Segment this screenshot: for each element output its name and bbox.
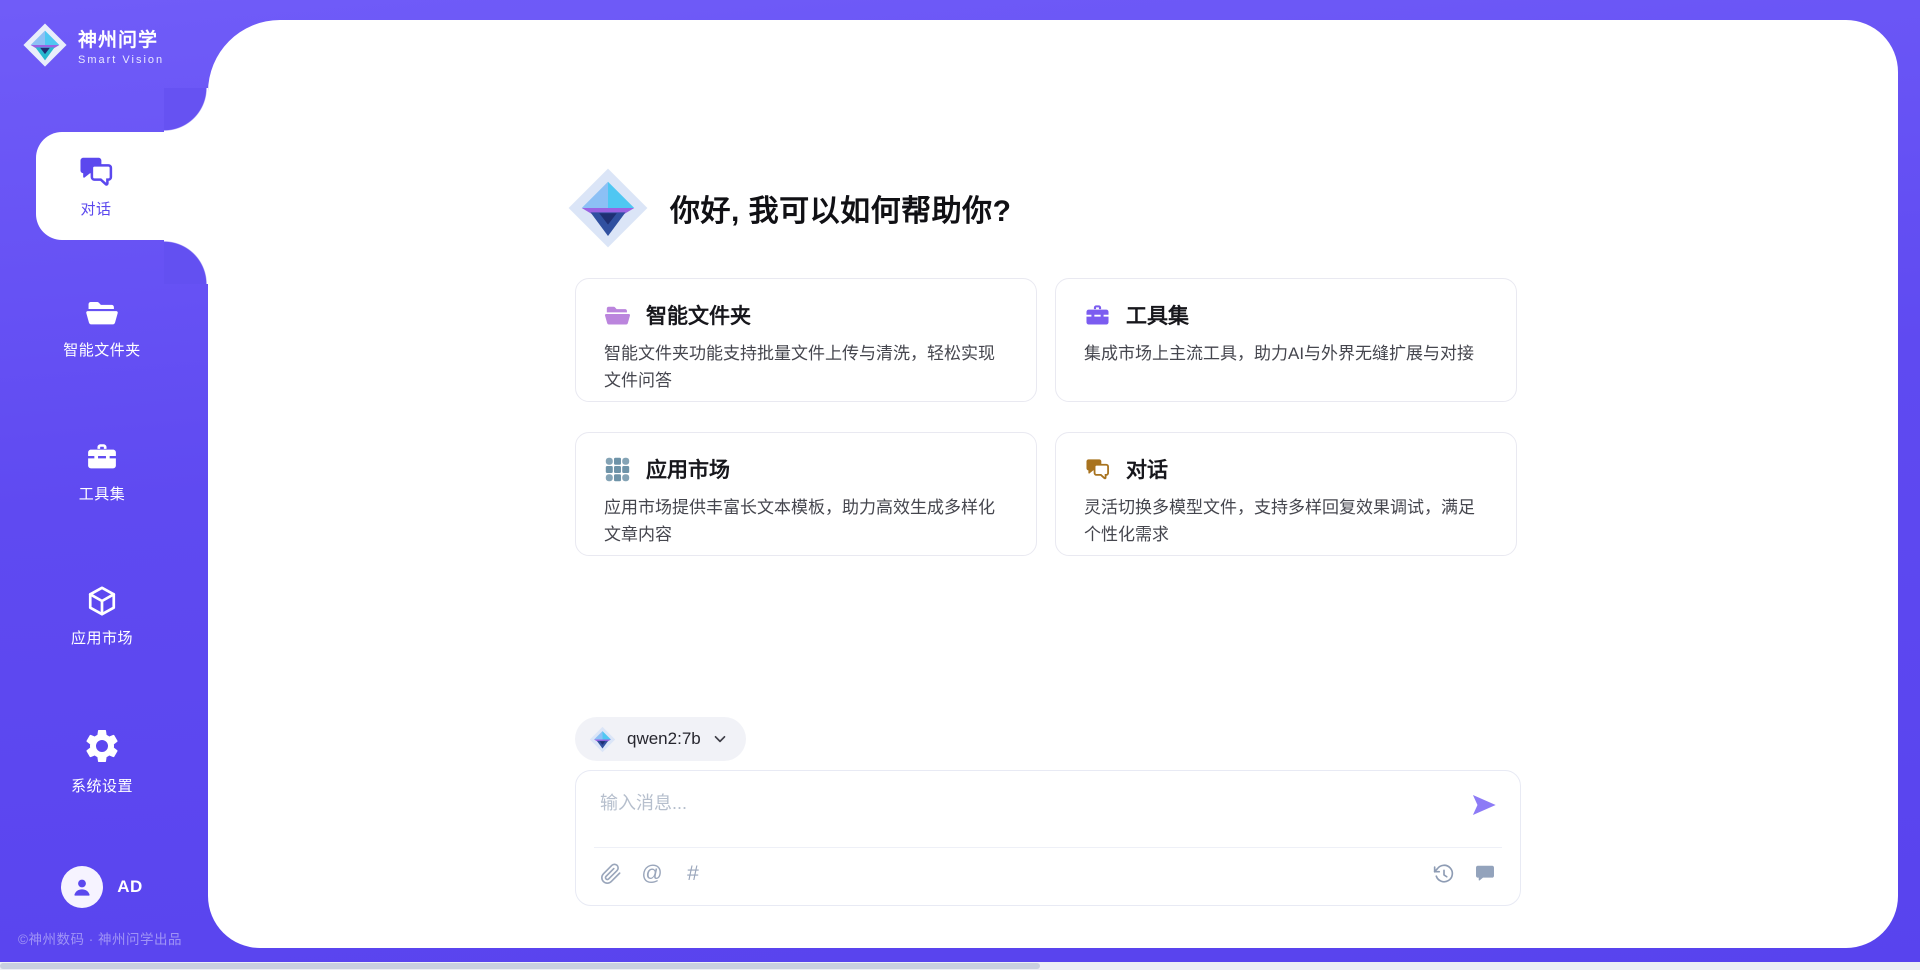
card-description: 灵活切换多模型文件，支持多样回复效果调试，满足个性化需求 xyxy=(1084,494,1488,548)
chat-bubble-icon[interactable] xyxy=(1474,863,1496,885)
diamond-logo-icon xyxy=(589,726,616,753)
model-selector[interactable]: qwen2:7b xyxy=(575,717,746,761)
gear-icon xyxy=(82,726,122,766)
chevron-down-icon xyxy=(712,731,728,747)
sidebar-item-label: 对话 xyxy=(80,198,111,219)
send-icon[interactable] xyxy=(1470,791,1498,819)
user-menu[interactable]: AD xyxy=(0,866,204,908)
sidebar-item-settings[interactable]: 系统设置 xyxy=(0,726,204,796)
sidebar-item-label: 系统设置 xyxy=(71,775,133,796)
main-panel: 你好, 我可以如何帮助你? 智能文件夹 智能文件夹功能支持批量文件上传与清洗，轻… xyxy=(208,20,1898,948)
greeting: 你好, 我可以如何帮助你? xyxy=(566,166,1012,250)
brand-name: 神州问学 xyxy=(78,25,164,52)
tab-notch-bottom xyxy=(164,240,208,284)
sidebar-item-label: 应用市场 xyxy=(71,627,133,648)
copyright-footer: ©神州数码 · 神州问学出品 xyxy=(18,928,182,948)
sidebar: 神州问学 Smart Vision 对话 xyxy=(0,0,208,970)
toolbox-icon xyxy=(85,440,119,474)
cube-icon xyxy=(85,584,119,618)
attachment-icon[interactable] xyxy=(600,863,622,885)
tab-notch-top xyxy=(164,88,208,132)
sidebar-item-toolset[interactable]: 工具集 xyxy=(0,440,204,504)
sidebar-item-label: 工具集 xyxy=(79,483,126,504)
hashtag-icon[interactable]: # xyxy=(682,863,704,885)
grid-sphere-icon xyxy=(604,456,631,483)
brand-subtitle: Smart Vision xyxy=(78,54,164,66)
card-description: 智能文件夹功能支持批量文件上传与清洗，轻松实现文件问答 xyxy=(604,340,1008,394)
chat-bubbles-icon xyxy=(77,153,115,191)
mention-icon[interactable]: @ xyxy=(641,863,663,885)
diamond-logo-icon xyxy=(566,166,650,250)
toolbox-icon xyxy=(1084,302,1111,329)
sidebar-item-label: 智能文件夹 xyxy=(63,339,141,360)
message-input[interactable] xyxy=(600,789,1440,839)
card-title: 对话 xyxy=(1126,454,1168,484)
model-name: qwen2:7b xyxy=(627,729,701,749)
scrollbar-thumb[interactable] xyxy=(0,963,1040,969)
feature-cards: 智能文件夹 智能文件夹功能支持批量文件上传与清洗，轻松实现文件问答 xyxy=(575,278,1519,556)
card-toolset[interactable]: 工具集 集成市场上主流工具，助力AI与外界无缝扩展与对接 xyxy=(1055,278,1517,402)
greeting-text: 你好, 我可以如何帮助你? xyxy=(670,186,1012,230)
brand-logo: 神州问学 Smart Vision xyxy=(22,22,164,68)
card-chat[interactable]: 对话 灵活切换多模型文件，支持多样回复效果调试，满足个性化需求 xyxy=(1055,432,1517,556)
sidebar-item-smart-folder[interactable]: 智能文件夹 xyxy=(0,296,204,360)
avatar xyxy=(61,866,103,908)
app-root: 神州问学 Smart Vision 对话 xyxy=(0,0,1920,970)
sidebar-item-chat[interactable]: 对话 xyxy=(36,132,212,240)
card-smart-folder[interactable]: 智能文件夹 智能文件夹功能支持批量文件上传与清洗，轻松实现文件问答 xyxy=(575,278,1037,402)
folder-open-icon xyxy=(604,302,631,329)
person-icon xyxy=(69,874,95,900)
composer-divider xyxy=(594,847,1502,848)
card-description: 集成市场上主流工具，助力AI与外界无缝扩展与对接 xyxy=(1084,340,1488,367)
card-description: 应用市场提供丰富长文本模板，助力高效生成多样化文章内容 xyxy=(604,494,1008,548)
card-title: 智能文件夹 xyxy=(646,300,751,330)
diamond-logo-icon xyxy=(22,22,68,68)
card-title: 应用市场 xyxy=(646,454,730,484)
user-name: AD xyxy=(117,877,143,897)
history-icon[interactable] xyxy=(1433,863,1455,885)
message-composer: @ # xyxy=(575,770,1521,906)
card-app-market[interactable]: 应用市场 应用市场提供丰富长文本模板，助力高效生成多样化文章内容 xyxy=(575,432,1037,556)
folder-icon xyxy=(85,296,119,330)
chat-bubbles-icon xyxy=(1084,456,1111,483)
horizontal-scrollbar xyxy=(0,962,1920,970)
sidebar-item-app-market[interactable]: 应用市场 xyxy=(0,584,204,648)
card-title: 工具集 xyxy=(1126,300,1189,330)
